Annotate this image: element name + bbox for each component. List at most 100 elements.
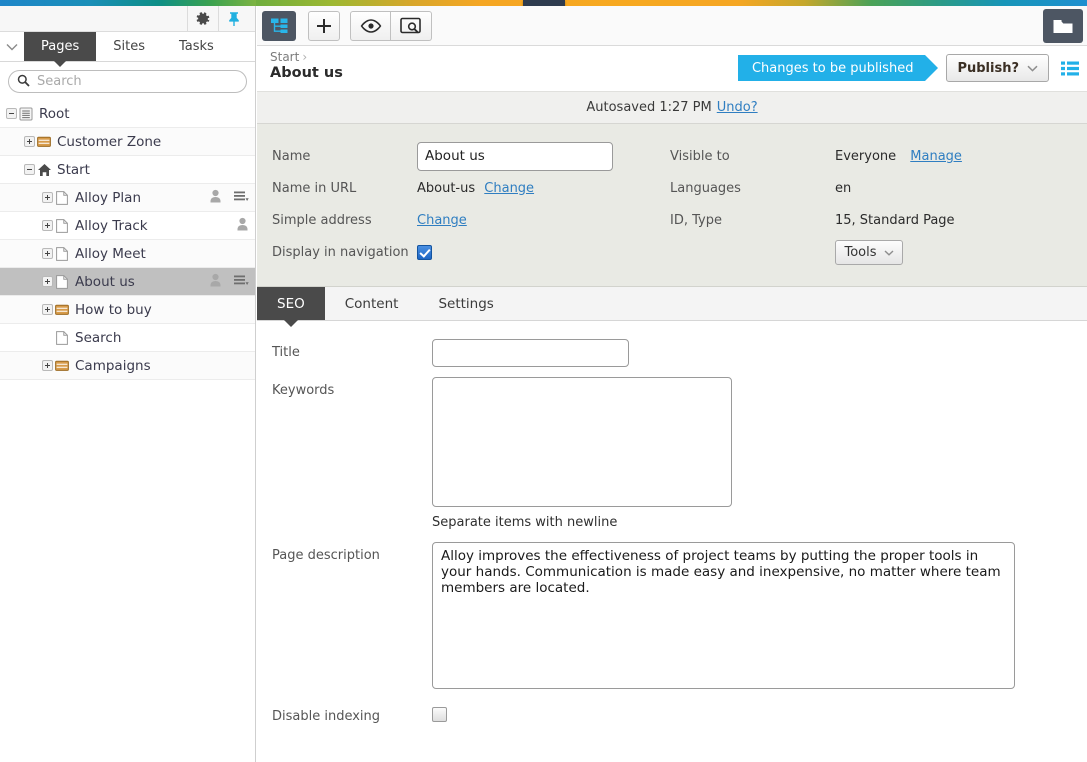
tab-settings[interactable]: Settings: [418, 287, 513, 320]
property-name-in-url: Name in URL About-us Change: [257, 172, 670, 204]
tab-content-label: Content: [344, 295, 399, 312]
tree-item-alloy-track[interactable]: Alloy Track: [0, 212, 255, 240]
tree-item-actions: [209, 268, 249, 296]
person-icon[interactable]: [236, 217, 249, 235]
publish-button[interactable]: Publish?: [946, 54, 1049, 82]
simple-address-change-link[interactable]: Change: [417, 213, 467, 228]
autosave-text: Autosaved 1:27 PM: [586, 100, 712, 115]
autosave-bar: Autosaved 1:27 PM Undo?: [257, 91, 1087, 124]
search-input[interactable]: [30, 73, 246, 90]
list-icon[interactable]: [1061, 61, 1079, 76]
seo-form: Title Keywords Separate items with newli…: [257, 321, 1087, 724]
section-tabs: SEO Content Settings: [257, 287, 1087, 327]
visible-to-label: Visible to: [670, 148, 730, 164]
view-button-group: [350, 10, 432, 41]
expand-icon[interactable]: [24, 136, 35, 147]
collapse-icon[interactable]: [6, 108, 17, 119]
publish-area: Changes to be published Publish?: [737, 54, 1079, 82]
display-in-navigation-checkbox[interactable]: [417, 244, 432, 260]
name-in-url-value: About-us: [417, 180, 476, 196]
name-input[interactable]: [417, 141, 613, 171]
expand-icon[interactable]: [42, 304, 53, 315]
expand-icon[interactable]: [42, 192, 53, 203]
property-languages: Languages en: [670, 172, 1070, 204]
status-badge-label: Changes to be published: [751, 60, 914, 76]
tree-item-about-us[interactable]: About us: [0, 268, 255, 296]
disable-indexing-checkbox[interactable]: [432, 707, 447, 722]
tab-seo[interactable]: SEO: [257, 287, 325, 327]
property-simple-address: Simple address Change: [257, 204, 670, 236]
title-input[interactable]: [432, 339, 629, 367]
search-icon: [17, 72, 30, 91]
tree-item-label: Campaigns: [75, 357, 151, 374]
folder-dark-icon[interactable]: [1043, 9, 1083, 43]
left-panel: Pages Sites Tasks Root Customer Zone Start…: [0, 5, 256, 762]
field-row-title: Title: [257, 339, 1087, 367]
tab-sites[interactable]: Sites: [96, 32, 162, 61]
preview-icon[interactable]: [391, 10, 432, 41]
tree-item-how-to-buy[interactable]: How to buy: [0, 296, 255, 324]
add-button[interactable]: [308, 10, 340, 41]
expand-icon[interactable]: [42, 360, 53, 371]
page-properties: Name Name in URL About-us Change Simple …: [257, 124, 1087, 287]
tab-content[interactable]: Content: [325, 287, 419, 320]
chevron-down-icon[interactable]: [0, 32, 24, 61]
tree-item-campaigns[interactable]: Campaigns: [0, 352, 255, 380]
tree-item-label: How to buy: [75, 301, 152, 318]
properties-left-column: Name Name in URL About-us Change Simple …: [257, 140, 670, 268]
tools-button[interactable]: Tools: [835, 239, 903, 265]
keywords-label: Keywords: [272, 383, 335, 398]
manage-link[interactable]: Manage: [910, 149, 962, 164]
expand-icon[interactable]: [42, 220, 53, 231]
tree-item-root[interactable]: Root: [0, 100, 255, 128]
pin-icon[interactable]: [219, 6, 249, 32]
search-box[interactable]: [8, 70, 247, 93]
page-description-textarea[interactable]: [432, 542, 1015, 689]
page-icon: [53, 246, 71, 261]
tree-item-search[interactable]: Search: [0, 324, 255, 352]
property-tools: Tools: [670, 236, 1070, 268]
main-toolbar: [257, 6, 1087, 46]
tree-item-alloy-plan[interactable]: Alloy Plan: [0, 184, 255, 212]
property-name: Name: [257, 140, 670, 172]
tab-sites-label: Sites: [113, 39, 145, 54]
folder-icon: [35, 135, 53, 148]
tools-button-label: Tools: [844, 244, 877, 260]
languages-value: en: [835, 180, 852, 196]
context-menu-icon[interactable]: [234, 274, 249, 290]
tree-item-customer-zone[interactable]: Customer Zone: [0, 128, 255, 156]
expand-icon[interactable]: [42, 248, 53, 259]
tab-tasks[interactable]: Tasks: [162, 32, 231, 61]
eye-icon[interactable]: [350, 10, 391, 41]
chevron-down-icon: [884, 245, 894, 260]
property-id-type: ID, Type 15, Standard Page: [670, 204, 1070, 236]
tree-item-alloy-meet[interactable]: Alloy Meet: [0, 240, 255, 268]
tree-item-start[interactable]: Start: [0, 156, 255, 184]
home-icon: [35, 163, 53, 177]
sitemap-icon[interactable]: [262, 10, 296, 41]
tree-item-label: Root: [39, 105, 70, 122]
page-tree: Root Customer Zone Start Alloy Plan Alloy Tr…: [0, 100, 255, 380]
properties-right-column: Visible to Everyone Manage Languages en …: [670, 140, 1070, 268]
undo-link[interactable]: Undo?: [717, 100, 758, 115]
context-menu-icon[interactable]: [234, 190, 249, 206]
keywords-textarea[interactable]: [432, 377, 732, 507]
expand-icon[interactable]: [42, 276, 53, 287]
breadcrumb-parent[interactable]: Start: [270, 50, 299, 64]
name-label: Name: [272, 148, 311, 164]
name-in-url-change-link[interactable]: Change: [484, 181, 534, 196]
tab-pages[interactable]: Pages: [24, 32, 97, 67]
breadcrumb-bar: Start › About us Changes to be published …: [257, 46, 1087, 91]
gear-icon[interactable]: [188, 6, 218, 32]
tree-item-label: Search: [75, 329, 122, 346]
collapse-icon[interactable]: [24, 164, 35, 175]
simple-address-label: Simple address: [272, 212, 372, 228]
page-icon: [53, 330, 71, 345]
breadcrumb-separator: ›: [302, 50, 308, 64]
tab-tasks-label: Tasks: [178, 39, 214, 54]
tree-item-label: Customer Zone: [57, 133, 162, 150]
person-icon[interactable]: [209, 273, 222, 291]
person-icon[interactable]: [209, 189, 222, 207]
status-badge[interactable]: Changes to be published: [737, 55, 939, 81]
root-icon: [17, 107, 35, 121]
